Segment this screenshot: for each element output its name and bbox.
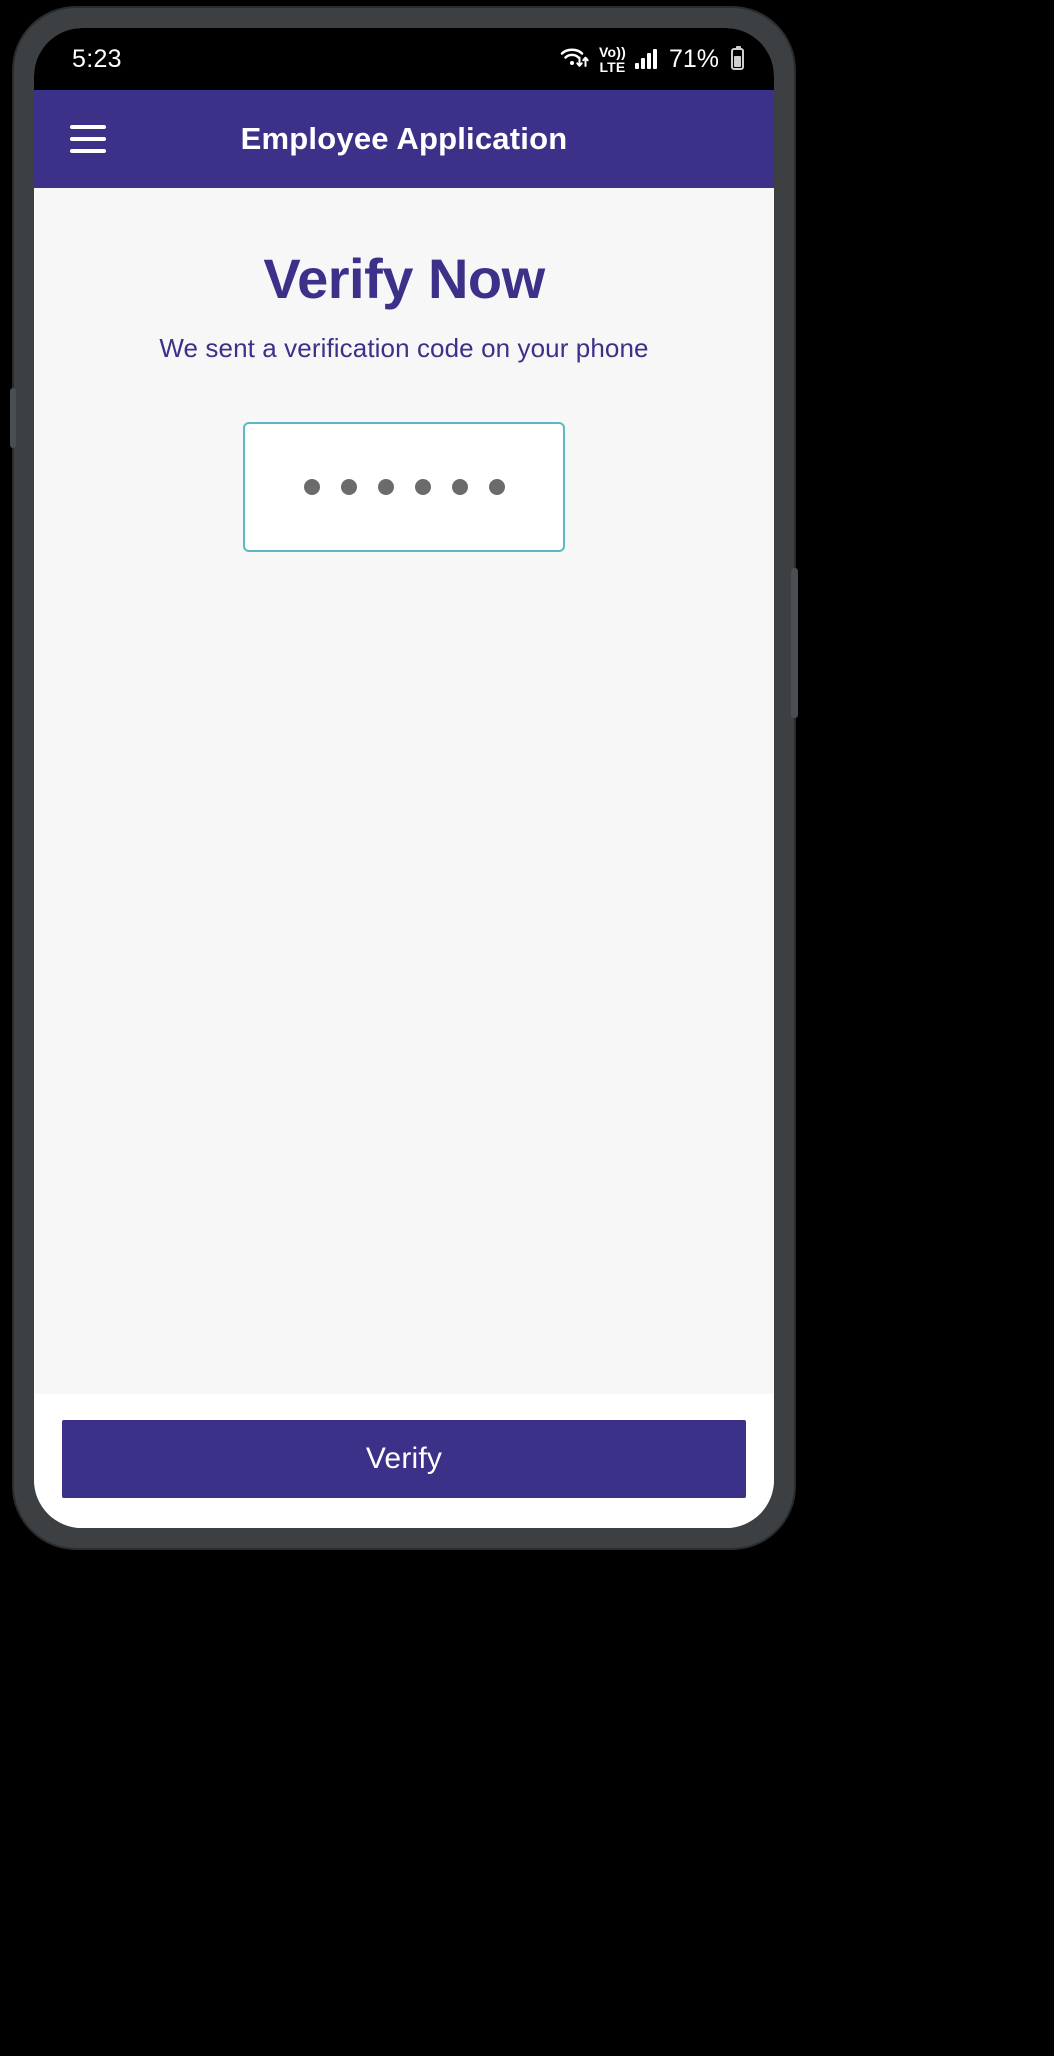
volte-bottom-label: LTE: [599, 58, 626, 75]
status-bar: 5:23 Vo)) LTE 71%: [34, 28, 774, 90]
otp-dot: [340, 479, 357, 495]
phone-screen: 5:23 Vo)) LTE 71% Employee Application V…: [34, 28, 774, 1528]
volume-button[interactable]: [10, 388, 16, 448]
battery-icon: [731, 46, 744, 70]
cellular-signal-icon: [634, 49, 657, 69]
wifi-updown-icon: [560, 44, 590, 75]
app-bar-title: Employee Application: [240, 121, 568, 156]
device-bezel-inner: 5:23 Vo)) LTE 71% Employee Application V…: [34, 28, 774, 1528]
volte-top-label: Vo)): [598, 43, 626, 60]
hamburger-menu-icon[interactable]: [70, 117, 114, 161]
otp-dot: [488, 479, 505, 495]
power-button[interactable]: [791, 568, 798, 718]
app-bar: Employee Application: [34, 90, 774, 188]
otp-code-input[interactable]: [243, 422, 565, 552]
status-bar-icons: Vo)) LTE 71%: [560, 44, 744, 75]
page-subtitle: We sent a verification code on your phon…: [159, 333, 649, 363]
otp-dot: [377, 479, 394, 495]
phone-device-frame: 5:23 Vo)) LTE 71% Employee Application V…: [10, 8, 798, 1548]
volte-icon: Vo)) LTE: [599, 45, 626, 74]
main-content: Verify Now We sent a verification code o…: [34, 188, 774, 1394]
battery-percent-label: 71%: [668, 44, 719, 73]
screenshot-root: 5:23 Vo)) LTE 71% Employee Application V…: [0, 0, 1054, 2056]
page-title: Verify Now: [263, 247, 545, 310]
otp-dot: [303, 479, 320, 495]
verify-button[interactable]: Verify: [62, 1420, 746, 1498]
otp-dot: [451, 479, 468, 495]
bottom-action-bar: Verify: [34, 1394, 774, 1528]
status-bar-clock: 5:23: [72, 44, 122, 73]
otp-dot: [414, 479, 431, 495]
